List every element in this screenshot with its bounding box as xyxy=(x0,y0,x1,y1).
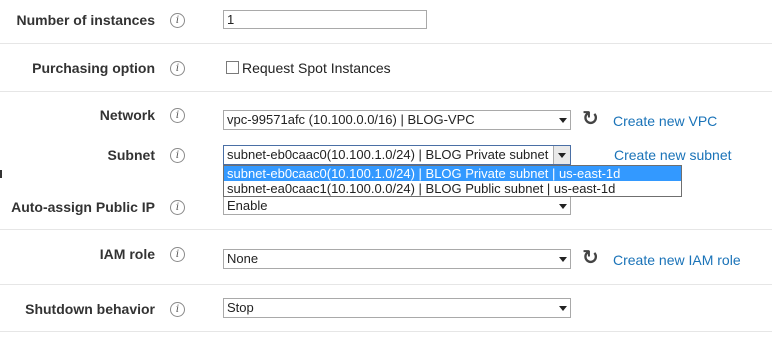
iam-role-select-value: None xyxy=(227,251,259,266)
chevron-down-icon xyxy=(559,118,567,123)
info-icon[interactable]: i xyxy=(170,247,185,262)
subnet-option[interactable]: subnet-ea0caac1(10.100.0.0/24) | BLOG Pu… xyxy=(224,181,681,196)
public-ip-select-value: Enable xyxy=(227,198,268,213)
info-icon[interactable]: i xyxy=(170,61,185,76)
create-subnet-link[interactable]: Create new subnet xyxy=(614,147,732,163)
divider xyxy=(0,91,772,92)
chevron-down-icon xyxy=(559,204,567,209)
refresh-icon[interactable]: ↻ xyxy=(582,109,599,129)
chevron-down-icon xyxy=(559,257,567,262)
create-iam-role-link[interactable]: Create new IAM role xyxy=(613,252,741,268)
public-ip-label: Auto-assign Public IP xyxy=(11,199,155,215)
network-select-value: vpc-99571afc (10.100.0.0/16) | BLOG-VPC xyxy=(227,112,475,127)
instances-input[interactable]: 1 xyxy=(223,10,427,29)
info-icon[interactable]: i xyxy=(170,148,185,163)
chevron-down-icon xyxy=(558,153,566,158)
subnet-dropdown-list[interactable]: subnet-eb0caac0(10.100.1.0/24) | BLOG Pr… xyxy=(223,165,682,197)
spot-instances-checkbox[interactable] xyxy=(226,61,239,74)
shutdown-select-value: Stop xyxy=(227,300,254,315)
network-label: Network xyxy=(99,107,155,123)
divider xyxy=(0,229,772,230)
shutdown-label: Shutdown behavior xyxy=(25,301,155,317)
subnet-select-value: subnet-eb0caac0(10.100.1.0/24) | BLOG Pr… xyxy=(227,147,570,162)
shutdown-select[interactable]: Stop xyxy=(223,298,571,318)
network-select[interactable]: vpc-99571afc (10.100.0.0/16) | BLOG-VPC xyxy=(223,110,571,130)
iam-role-label: IAM role xyxy=(99,246,155,262)
info-icon[interactable]: i xyxy=(170,108,185,123)
info-icon[interactable]: i xyxy=(170,13,185,28)
subnet-select[interactable]: subnet-eb0caac0(10.100.1.0/24) | BLOG Pr… xyxy=(223,145,571,165)
subnet-option[interactable]: subnet-eb0caac0(10.100.1.0/24) | BLOG Pr… xyxy=(224,166,681,181)
purchasing-label: Purchasing option xyxy=(32,60,155,76)
create-vpc-link[interactable]: Create new VPC xyxy=(613,113,717,129)
refresh-icon[interactable]: ↻ xyxy=(582,248,599,268)
instances-label: Number of instances xyxy=(16,12,155,28)
info-icon[interactable]: i xyxy=(170,200,185,215)
subnet-label: Subnet xyxy=(107,147,155,163)
dropdown-button[interactable] xyxy=(553,146,570,164)
divider xyxy=(0,284,772,285)
public-ip-select[interactable]: Enable xyxy=(223,196,571,215)
spot-instances-label[interactable]: Request Spot Instances xyxy=(242,60,391,76)
iam-role-select[interactable]: None xyxy=(223,249,571,269)
chevron-down-icon xyxy=(559,306,567,311)
text-cursor xyxy=(0,170,2,178)
info-icon[interactable]: i xyxy=(170,302,185,317)
divider xyxy=(0,331,772,332)
divider xyxy=(0,43,772,44)
